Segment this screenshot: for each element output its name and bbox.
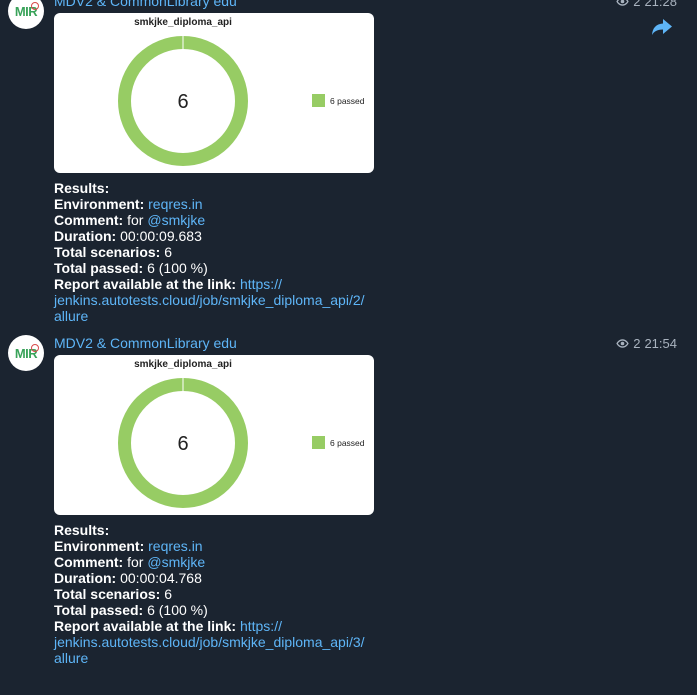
chat-view: MIR MDV2 & CommonLibrary edu 2 21:28 smk… <box>0 0 697 695</box>
legend-swatch-passed <box>312 94 325 107</box>
avatar-logo-mark <box>31 344 39 352</box>
message-meta: 2 21:28 <box>616 0 677 9</box>
avatar-logo-mark <box>31 2 39 10</box>
mention-link[interactable]: @smkjke <box>147 212 205 228</box>
report-label: Report available at the link: <box>54 276 237 292</box>
comment-prefix: for <box>127 554 144 570</box>
mention-link[interactable]: @smkjke <box>147 554 205 570</box>
total-scenarios-value: 6 <box>164 586 173 602</box>
donut-chart: smkjke_diploma_api 6 6 passed <box>118 359 365 508</box>
share-icon[interactable] <box>651 17 673 37</box>
sender-name[interactable]: MDV2 & CommonLibrary edu <box>54 335 237 351</box>
total-passed-label: Total passed: <box>54 602 144 618</box>
message-1: MIR MDV2 & CommonLibrary edu 2 21:28 smk… <box>0 0 697 324</box>
report-link-part2[interactable]: jenkins.autotests.cloud/job/smkjke_diplo… <box>54 634 384 650</box>
total-scenarios-label: Total scenarios: <box>54 586 161 602</box>
results-heading: Results: <box>54 522 110 538</box>
total-passed-value: 6 (100 %) <box>147 602 208 618</box>
comment-prefix: for <box>127 212 144 228</box>
eye-icon <box>616 339 629 348</box>
total-passed-value: 6 (100 %) <box>147 260 208 276</box>
eye-icon <box>616 0 629 6</box>
sender-name[interactable]: MDV2 & CommonLibrary edu <box>54 0 237 9</box>
duration-value: 00:00:04.768 <box>120 570 202 586</box>
comment-label: Comment: <box>54 212 124 228</box>
duration-label: Duration: <box>54 570 117 586</box>
legend-swatch-passed <box>312 436 325 449</box>
results-text: Results: Environment: reqres.in Comment:… <box>54 522 384 666</box>
chart-title: smkjke_diploma_api <box>134 359 232 370</box>
chart-title: smkjke_diploma_api <box>134 17 232 28</box>
chart-center-label: 6 <box>177 433 188 455</box>
duration-value: 00:00:09.683 <box>120 228 202 244</box>
allure-chart-card[interactable]: smkjke_diploma_api 6 6 passed <box>54 355 374 515</box>
message-meta: 2 21:54 <box>616 336 677 351</box>
chart-center-label: 6 <box>177 91 188 113</box>
avatar[interactable]: MIR <box>8 335 44 371</box>
avatar[interactable]: MIR <box>8 0 44 29</box>
environment-link[interactable]: reqres.in <box>148 538 202 554</box>
report-link-part1[interactable]: https:// <box>240 276 282 292</box>
environment-label: Environment: <box>54 196 145 212</box>
legend-label-passed: 6 passed <box>330 438 365 448</box>
comment-label: Comment: <box>54 554 124 570</box>
report-link-part1[interactable]: https:// <box>240 618 282 634</box>
view-count: 2 <box>633 0 641 9</box>
total-scenarios-value: 6 <box>164 244 173 260</box>
results-heading: Results: <box>54 180 110 196</box>
donut-chart: smkjke_diploma_api 6 6 passed <box>118 17 365 166</box>
view-count: 2 <box>633 336 641 351</box>
message-time: 21:28 <box>644 0 677 9</box>
environment-link[interactable]: reqres.in <box>148 196 202 212</box>
legend-label-passed: 6 passed <box>330 96 365 106</box>
message-2: MIR MDV2 & CommonLibrary edu 2 21:54 smk… <box>0 335 697 675</box>
report-link-part3[interactable]: allure <box>54 308 384 324</box>
environment-label: Environment: <box>54 538 145 554</box>
total-passed-label: Total passed: <box>54 260 144 276</box>
total-scenarios-label: Total scenarios: <box>54 244 161 260</box>
report-label: Report available at the link: <box>54 618 237 634</box>
report-link-part2[interactable]: jenkins.autotests.cloud/job/smkjke_diplo… <box>54 292 384 308</box>
results-text: Results: Environment: reqres.in Comment:… <box>54 180 384 324</box>
message-time: 21:54 <box>644 336 677 351</box>
report-link-part3[interactable]: allure <box>54 650 384 666</box>
allure-chart-card[interactable]: smkjke_diploma_api 6 6 passed <box>54 13 374 173</box>
duration-label: Duration: <box>54 228 117 244</box>
